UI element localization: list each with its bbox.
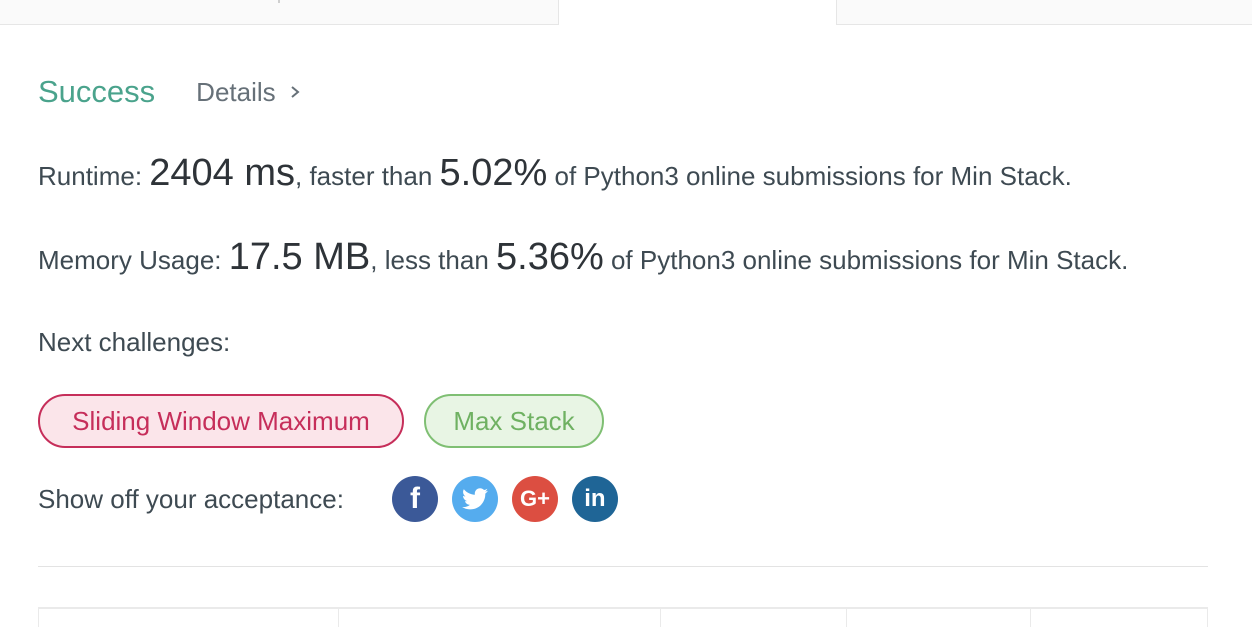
share-row: Show off your acceptance: f G+ in [38,476,632,522]
memory-percent: 5.36% [496,236,604,278]
runtime-stat: Runtime: 2404 ms, faster than 5.02% of P… [38,152,1072,195]
runtime-value: 2404 ms [149,152,296,194]
facebook-icon[interactable]: f [391,476,438,522]
table-column [339,609,661,627]
table-column [39,609,339,627]
chevron-right-icon [291,86,300,98]
runtime-label: Runtime: [38,161,150,191]
runtime-percent: 5.02% [439,152,548,194]
tab-divider-mark [278,0,280,3]
runtime-suffix: of Python3 online submissions for Min St… [547,161,1072,191]
details-link[interactable]: Details [196,77,301,108]
status-label: Success [38,74,156,109]
linkedin-icon[interactable]: in [571,476,618,522]
twitter-bird-icon [461,488,488,510]
memory-comparison: , less than [370,245,496,275]
tab-strip [0,0,1252,26]
share-label: Show off your acceptance: [38,483,344,514]
challenge-sliding-window-maximum[interactable]: Sliding Window Maximum [38,394,404,448]
tab-submission-result[interactable] [559,0,836,26]
share-icons: f G+ in [391,476,632,522]
memory-stat: Memory Usage: 17.5 MB, less than 5.36% o… [38,236,1128,279]
details-link-label: Details [196,76,276,107]
challenge-max-stack[interactable]: Max Stack [424,394,604,448]
runtime-comparison: , faster than [295,161,440,191]
table-column [661,609,847,627]
tab-previous[interactable] [0,0,559,25]
google-plus-icon[interactable]: G+ [511,476,558,522]
memory-suffix: of Python3 online submissions for Min St… [603,245,1129,275]
next-challenges-list: Sliding Window Maximum Max Stack [38,394,604,448]
tab-next[interactable] [836,0,1252,25]
result-header: Success Details [38,72,302,112]
memory-value: 17.5 MB [228,236,371,278]
next-challenges-label: Next challenges: [38,327,231,357]
submissions-table-header [38,607,1208,627]
twitter-icon[interactable] [451,476,498,522]
table-column [847,609,1031,627]
table-column [1031,609,1207,627]
section-divider [38,566,1208,567]
memory-label: Memory Usage: [38,245,229,275]
